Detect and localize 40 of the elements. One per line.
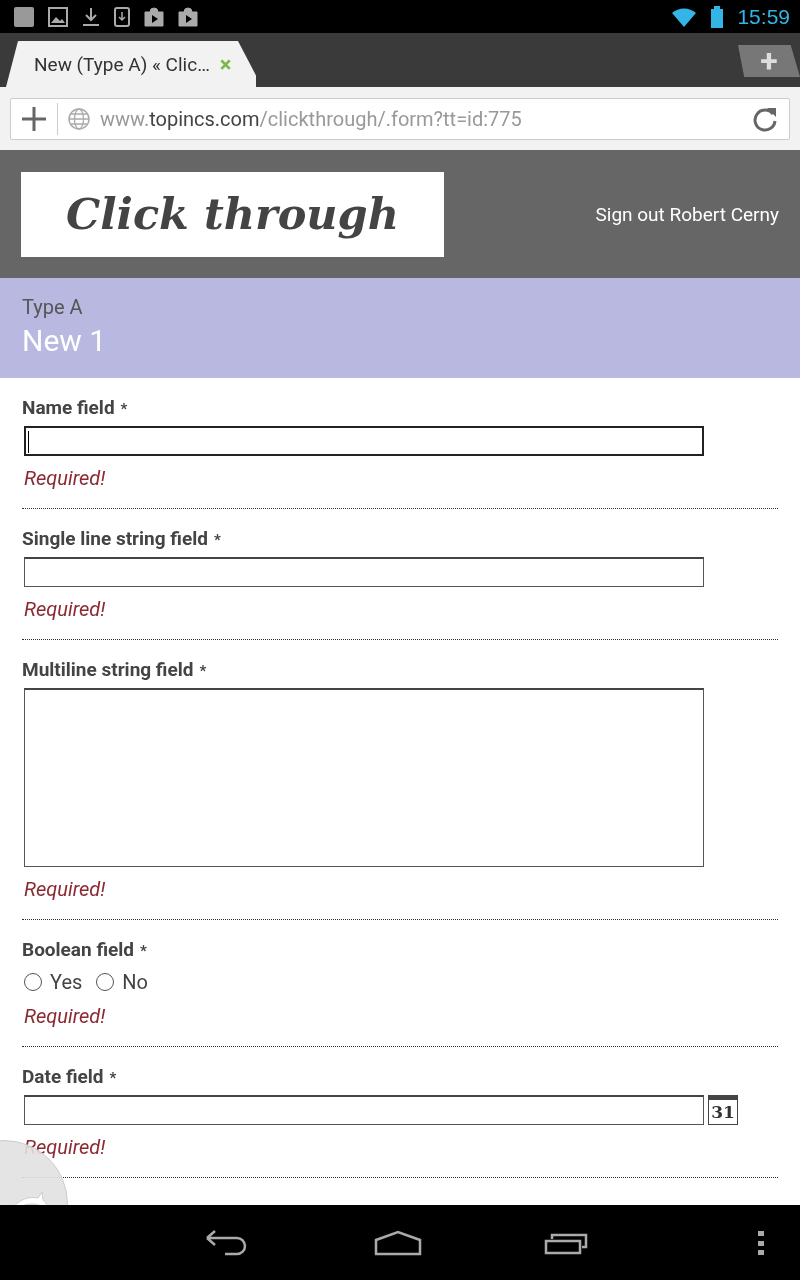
text-field[interactable] [24,426,704,456]
battery-icon [711,5,724,28]
globe-icon [68,107,90,130]
radio-option[interactable]: No [96,970,148,994]
address-bar[interactable]: www.topincs.com/clickthrough/.form?tt=id:775 [10,97,790,140]
site-logo[interactable]: Click through [21,171,444,257]
error-message: Required! [24,1135,107,1159]
field-label: Boolean field [22,938,134,961]
error-message: Required! [24,877,107,901]
field-label: Date field [22,1065,104,1088]
sign-out-link[interactable]: Sign out Robert Cerny [595,202,779,226]
clock: 15:59 [737,4,790,29]
download-icon [82,6,100,27]
required-mark: * [109,1069,117,1087]
plus-icon[interactable] [21,105,47,132]
field-label: Single line string field [22,527,208,550]
radio-option[interactable]: Yes [24,970,83,994]
option-label: No [122,970,148,994]
required-mark: * [213,531,221,549]
error-message: Required! [24,1004,107,1028]
required-mark: * [199,662,207,680]
text-field[interactable] [24,557,704,587]
url-text: www.topincs.com/clickthrough/.form?tt=id:775 [100,106,523,131]
field-label: Name field [22,396,115,419]
picture-icon [48,6,68,27]
download-icon [114,6,130,27]
error-message: Required! [24,466,107,490]
required-mark: * [120,400,128,418]
wifi-icon [671,6,698,27]
home-icon[interactable] [374,1229,422,1256]
required-mark: * [140,942,147,960]
date-field[interactable] [24,1095,704,1125]
error-message: Required! [24,597,107,621]
type-label: Type A [22,295,84,319]
browser-tab[interactable]: New (Type A) « Clic… × [6,41,256,87]
field-label: Multiline string field [22,658,194,681]
page-title: New 1 [22,323,108,358]
calendar-button[interactable]: 31 [708,1095,738,1125]
menu-icon[interactable] [758,1230,764,1255]
option-label: Yes [50,970,83,994]
